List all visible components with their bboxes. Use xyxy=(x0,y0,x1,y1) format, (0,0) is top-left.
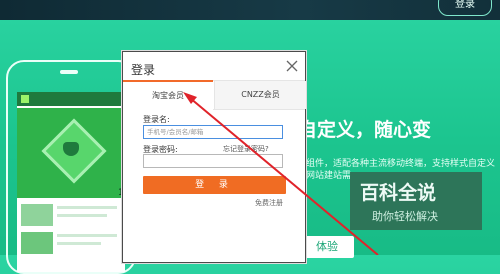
text-placeholder-line xyxy=(57,206,117,209)
free-register-link[interactable]: 免费注册 xyxy=(255,198,283,208)
watermark-logo: 百科全说 助你轻松解决 xyxy=(350,172,482,230)
watermark-title: 百科全说 xyxy=(360,182,437,204)
text-placeholder-line xyxy=(57,242,101,245)
thumbnail-image xyxy=(21,232,53,254)
text-placeholder-line xyxy=(57,214,107,217)
app-logo-icon xyxy=(21,95,29,103)
text-placeholder-line xyxy=(57,234,117,237)
phone-screen xyxy=(17,92,125,272)
watermark-subtitle: 助你轻松解决 xyxy=(372,210,438,223)
phone-earpiece xyxy=(60,70,78,74)
hero-headline: 自定义，随心变 xyxy=(298,119,432,141)
username-label: 登录名: xyxy=(143,115,170,124)
username-input[interactable]: 手机号/会员名/邮箱 xyxy=(143,125,283,139)
login-modal: 登录 淘宝会员 CNZZ会员 登录名: 手机号/会员名/邮箱 登录密码: 忘记登… xyxy=(122,51,306,263)
tab-cnzz-member[interactable]: CNZZ会员 xyxy=(214,81,306,109)
password-input[interactable] xyxy=(143,154,283,168)
phone-app-bar xyxy=(17,92,125,106)
modal-title: 登录 xyxy=(131,63,156,77)
header-login-button[interactable]: 登录 xyxy=(438,0,492,16)
login-tabs: 淘宝会员 CNZZ会员 xyxy=(123,80,306,110)
top-navigation-bar: 登录 xyxy=(0,0,500,20)
phone-mockup-illustration xyxy=(6,60,136,274)
phone-hero-banner xyxy=(17,108,125,198)
login-submit-button[interactable]: 登 录 xyxy=(143,176,286,194)
thumbnail-image xyxy=(21,204,53,226)
hero-subtext-line: 组件，适配各种主流移动终端，支持样式自定义 xyxy=(306,159,496,169)
tab-taobao-member[interactable]: 淘宝会员 xyxy=(123,80,213,110)
forgot-password-link[interactable]: 忘记登录密码? xyxy=(223,144,269,154)
close-icon[interactable] xyxy=(285,59,299,73)
